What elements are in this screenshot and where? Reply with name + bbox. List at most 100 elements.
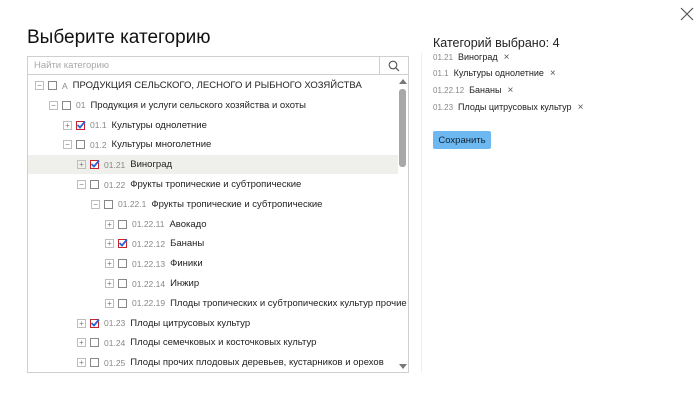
save-button[interactable]: Сохранить [433,131,491,149]
category-label[interactable]: Фрукты тропические и субтропические [130,179,301,190]
tree-row[interactable]: +01.22.13 Финики [28,254,398,273]
selected-item-code: 01.21 [433,52,454,62]
category-code: 01.22.11 [132,219,165,230]
tree-row[interactable]: − 01.22.1 Фрукты тропические и субтропичес… [28,195,398,214]
remove-icon[interactable]: × [504,52,510,63]
category-code: 01.2 [90,139,107,150]
expand-icon[interactable]: + [105,259,114,269]
category-code: 01.21 [104,159,126,170]
category-label[interactable]: Авокадо [169,219,206,230]
checkbox-icon[interactable] [118,298,127,308]
category-label[interactable]: Культуры многолетние [112,139,212,150]
category-code: 01.24 [104,337,126,348]
checkbox-icon[interactable] [104,199,113,209]
category-code: 01 [76,100,86,111]
remove-icon[interactable]: × [550,68,556,79]
search-input[interactable] [28,57,392,74]
checkbox-icon[interactable] [118,259,127,269]
checkbox-icon[interactable] [118,279,127,288]
tree-scrollbar[interactable] [397,75,408,372]
tree-row[interactable]: +01.22.12 Бананы [28,234,398,253]
tree-row[interactable]: +01.1 Культуры однолетние [28,116,398,135]
tree-row[interactable]: − A ПРОДУКЦИЯ СЕЛЬСКОГО, ЛЕСНОГО И РЫБНОГО… [28,76,398,95]
expand-icon[interactable]: + [105,279,114,288]
expand-icon[interactable]: + [105,239,114,249]
tree-row[interactable]: +01.24 Плоды семечковых и косточковых кул… [28,333,398,352]
search-icon [388,60,400,71]
tree-row[interactable]: +01.22.11 Авокадо [28,215,398,234]
selected-count-title: Категорий выбрано: 4 [433,36,560,50]
search-button[interactable] [379,57,408,74]
category-label[interactable]: Продукция и услуги сельского хозяйства и… [90,100,306,111]
category-label[interactable]: Плоды тропических и субтропических культ… [170,298,407,309]
selected-item: 01.21 Виноград × [433,50,509,64]
checkbox-icon[interactable] [118,219,127,229]
collapse-icon[interactable]: − [91,199,100,209]
collapse-icon[interactable]: − [63,140,72,150]
selected-item: 01.22.12 Бананы × [433,83,513,97]
category-code: 01.25 [104,357,126,368]
category-code: 01.22.13 [132,258,166,269]
category-label[interactable]: Инжир [170,278,199,289]
scroll-down-arrow-icon[interactable] [399,364,407,369]
tree-row[interactable]: +01.23 Плоды цитрусовых культур [28,314,398,333]
category-code: 01.23 [104,318,126,329]
tree-row[interactable]: − 01.22 Фрукты тропические и субтропически… [28,175,398,194]
checkbox-icon[interactable] [90,338,99,348]
collapse-icon[interactable]: − [49,100,58,110]
expand-icon[interactable]: + [77,338,86,348]
expand-icon[interactable]: + [77,318,86,328]
close-icon[interactable] [679,6,695,22]
category-label[interactable]: Финики [170,258,203,269]
checkbox-icon[interactable] [90,180,99,189]
selected-item-label: Бананы [469,85,502,95]
expand-icon[interactable]: + [77,358,86,368]
checkbox-icon[interactable] [118,239,128,249]
tree-row[interactable]: − 01.2 Культуры многолетние [28,135,398,154]
category-code: 01.22.14 [132,278,166,289]
scroll-up-arrow-icon[interactable] [399,79,407,84]
category-code: 01.22.1 [118,199,147,210]
panel-divider [421,53,422,373]
category-label[interactable]: Плоды семечковых и косточковых культур [130,337,316,348]
collapse-icon[interactable]: − [35,81,44,90]
scroll-thumb[interactable] [399,89,406,167]
expand-icon[interactable]: + [105,219,114,229]
category-label[interactable]: Плоды прочих плодовых деревьев, кустарни… [130,357,384,368]
category-label[interactable]: Плоды цитрусовых культур [130,318,250,329]
category-code: 01.22.12 [132,238,166,249]
checkbox-icon[interactable] [90,358,99,368]
selected-item-code: 01.22.12 [433,85,465,95]
selected-item: 01.23 Плоды цитрусовых культур × [433,100,583,114]
tree-row[interactable]: +01.22.19 Плоды тропических и субтропичес… [28,294,407,313]
tree-row[interactable]: +01.21 Виноград [28,155,398,175]
category-label[interactable]: Культуры однолетние [112,120,207,131]
selected-item-label: Виноград [458,52,498,62]
tree-row[interactable]: +01.22.14 Инжир [28,274,398,293]
tree-row[interactable]: +01.25 Плоды прочих плодовых деревьев, ку… [28,353,398,372]
checkbox-icon[interactable] [48,81,57,90]
collapse-icon[interactable]: − [77,180,86,189]
category-label[interactable]: ПРОДУКЦИЯ СЕЛЬСКОГО, ЛЕСНОГО И РЫБНОГО Х… [73,80,362,91]
category-label[interactable]: Бананы [170,238,204,249]
category-label[interactable]: Виноград [130,159,172,170]
selected-item-label: Плоды цитрусовых культур [458,102,572,112]
selected-item-code: 01.23 [433,102,454,112]
category-code: A [62,80,68,91]
selected-item: 01.1 Культуры однолетние × [433,66,556,80]
checkbox-icon[interactable] [76,120,86,130]
category-code: 01.22.19 [132,298,166,309]
checkbox-icon[interactable] [62,100,71,110]
checkbox-icon[interactable] [76,140,85,150]
expand-icon[interactable]: + [63,120,72,130]
search-box [27,56,409,75]
category-code: 01.22 [104,179,126,190]
tree-row[interactable]: − 01 Продукция и услуги сельского хозяйств… [28,96,398,115]
category-label[interactable]: Фрукты тропические и субтропические [151,199,322,210]
expand-icon[interactable]: + [77,160,86,170]
checkbox-icon[interactable] [90,318,100,328]
remove-icon[interactable]: × [507,85,513,96]
remove-icon[interactable]: × [578,102,584,113]
expand-icon[interactable]: + [105,298,114,308]
checkbox-icon[interactable] [90,160,100,170]
